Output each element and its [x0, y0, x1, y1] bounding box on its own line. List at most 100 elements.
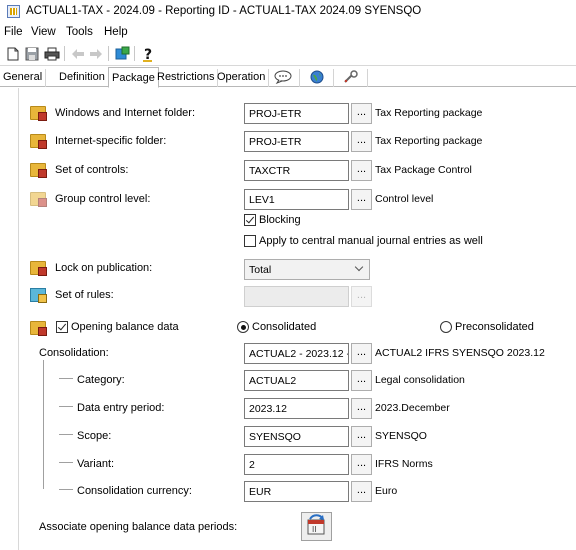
set-of-controls-field[interactable]: TAXCTR	[244, 160, 349, 181]
consolidation-currency-browse-button[interactable]: ...	[351, 481, 372, 502]
speech-bubble-icon	[274, 70, 292, 87]
preconsolidated-radio[interactable]	[440, 321, 452, 333]
lock-on-publication-value: Total	[249, 264, 272, 276]
set-of-controls-browse-button[interactable]: ...	[351, 160, 372, 181]
app-icon	[7, 5, 20, 18]
tab-tools[interactable]	[334, 69, 368, 87]
chevron-down-icon	[354, 262, 364, 272]
folder-link-icon[interactable]	[30, 106, 47, 121]
tab-bar: General Definition Package Restrictions …	[0, 67, 576, 88]
lock-link-icon[interactable]	[30, 261, 47, 276]
forward-icon[interactable]	[86, 44, 106, 63]
menu-bar: File View Tools Help	[0, 24, 576, 42]
consolidation-currency-field[interactable]: EUR	[244, 481, 349, 502]
menu-help[interactable]: Help	[104, 26, 128, 38]
category-field[interactable]: ACTUAL2	[244, 370, 349, 391]
set-of-controls-desc: Tax Package Control	[375, 164, 472, 176]
group-control-level-field[interactable]: LEV1	[244, 189, 349, 210]
tree-line	[59, 378, 73, 379]
consolidation-label: Consolidation:	[39, 347, 109, 359]
toolbar-separator	[64, 46, 65, 61]
menu-file[interactable]: File	[4, 26, 23, 38]
category-label: Category:	[77, 374, 125, 386]
tab-definition[interactable]: Definition	[56, 69, 109, 87]
lock-on-publication-select[interactable]: Total	[244, 259, 370, 280]
back-icon[interactable]	[68, 44, 88, 63]
scope-label: Scope:	[77, 430, 112, 442]
tab-package[interactable]: Package	[108, 67, 159, 88]
set-of-controls-label: Set of controls:	[55, 164, 129, 176]
help-icon[interactable]: ?	[138, 44, 158, 63]
globe-icon	[310, 70, 324, 87]
launch-icon[interactable]	[112, 44, 132, 63]
data-entry-period-label: Data entry period:	[77, 402, 165, 414]
control-level-link-icon[interactable]	[30, 192, 47, 207]
consolidation-currency-label: Consolidation currency:	[77, 485, 192, 497]
set-of-rules-field[interactable]	[244, 286, 349, 307]
rules-link-icon[interactable]	[30, 288, 47, 303]
new-document-icon[interactable]	[3, 44, 23, 63]
variant-field[interactable]: 2	[244, 454, 349, 475]
set-of-rules-browse-button[interactable]: ...	[351, 286, 372, 307]
windows-folder-desc: Tax Reporting package	[375, 107, 483, 119]
tab-general[interactable]: General	[0, 69, 47, 87]
scope-desc: SYENSQO	[375, 430, 427, 442]
toolbar-separator	[134, 46, 135, 61]
svg-text:ll: ll	[312, 525, 316, 534]
controls-link-icon[interactable]	[30, 163, 47, 178]
tree-line	[43, 360, 44, 489]
apply-journal-label: Apply to central manual journal entries …	[259, 235, 483, 247]
tab-web[interactable]	[300, 69, 334, 87]
preconsolidated-label: Preconsolidated	[455, 321, 534, 333]
group-control-level-browse-button[interactable]: ...	[351, 189, 372, 210]
data-entry-period-browse-button[interactable]: ...	[351, 398, 372, 419]
set-of-rules-label: Set of rules:	[55, 289, 114, 301]
tab-comments[interactable]	[266, 69, 300, 87]
associate-periods-label: Associate opening balance data periods:	[39, 521, 238, 533]
tab-restrictions[interactable]: Restrictions	[154, 69, 219, 87]
associate-periods-icon: ll	[305, 514, 329, 539]
consolidated-radio[interactable]	[237, 321, 249, 333]
title-bar: ACTUAL1-TAX - 2024.09 - Reporting ID - A…	[0, 0, 576, 24]
group-control-level-label: Group control level:	[55, 193, 151, 205]
group-control-level-desc: Control level	[375, 193, 434, 205]
category-browse-button[interactable]: ...	[351, 370, 372, 391]
tab-operation[interactable]: Operation	[214, 69, 270, 87]
opening-balance-link-icon[interactable]	[30, 321, 47, 336]
windows-folder-field[interactable]: PROJ-ETR	[244, 103, 349, 124]
variant-browse-button[interactable]: ...	[351, 454, 372, 475]
consolidation-browse-button[interactable]: ...	[351, 343, 372, 364]
folder-link-icon[interactable]	[30, 134, 47, 149]
associate-periods-button[interactable]: ll	[301, 512, 332, 541]
variant-label: Variant:	[77, 458, 115, 470]
internet-folder-browse-button[interactable]: ...	[351, 131, 372, 152]
tree-line	[59, 489, 73, 490]
consolidated-label: Consolidated	[252, 321, 317, 333]
scope-browse-button[interactable]: ...	[351, 426, 372, 447]
data-entry-period-desc: 2023.December	[375, 402, 450, 414]
scope-field[interactable]: SYENSQO	[244, 426, 349, 447]
opening-balance-checkbox[interactable]	[56, 321, 68, 333]
consolidation-currency-desc: Euro	[375, 485, 398, 497]
package-panel: Windows and Internet folder: PROJ-ETR ..…	[18, 88, 576, 550]
menu-view[interactable]: View	[31, 26, 56, 38]
internet-folder-field[interactable]: PROJ-ETR	[244, 131, 349, 152]
menu-tools[interactable]: Tools	[66, 26, 93, 38]
svg-text:?: ?	[144, 47, 152, 62]
data-entry-period-field[interactable]: 2023.12	[244, 398, 349, 419]
internet-folder-label: Internet-specific folder:	[55, 135, 167, 147]
opening-balance-label: Opening balance data	[71, 321, 179, 333]
consolidation-field[interactable]: ACTUAL2 - 2023.12 - S	[244, 343, 349, 364]
windows-folder-browse-button[interactable]: ...	[351, 103, 372, 124]
wrench-icon	[343, 69, 359, 87]
print-icon[interactable]	[42, 44, 62, 63]
apply-journal-checkbox[interactable]	[244, 235, 256, 247]
category-desc: Legal consolidation	[375, 374, 465, 386]
tree-line	[59, 462, 73, 463]
save-icon[interactable]	[22, 44, 42, 63]
blocking-checkbox[interactable]	[244, 214, 256, 226]
windows-folder-label: Windows and Internet folder:	[55, 107, 196, 119]
tree-line	[59, 434, 73, 435]
lock-on-publication-label: Lock on publication:	[55, 262, 153, 274]
tree-line	[59, 406, 73, 407]
